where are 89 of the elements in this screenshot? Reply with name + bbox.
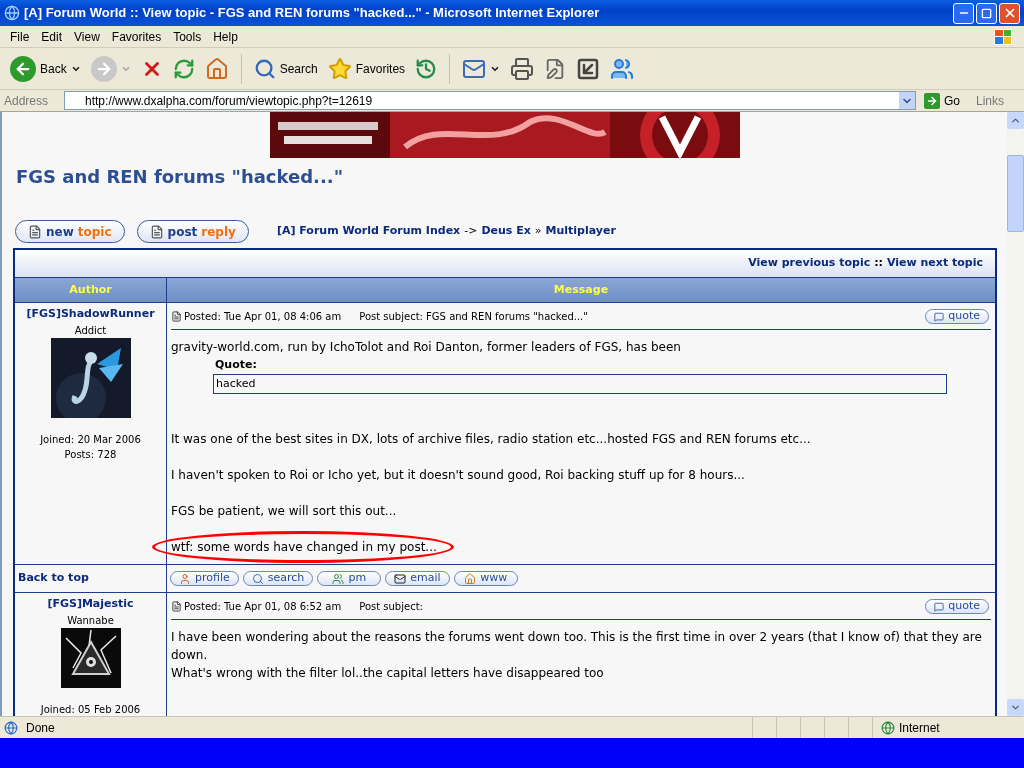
speech-bubble-icon [934,601,945,612]
maximize-button[interactable] [976,2,997,24]
quote-box: hacked [213,374,947,394]
pm-button[interactable]: pm [317,571,382,586]
address-label: Address [4,92,49,110]
breadcrumb-separator: » [534,223,542,240]
back-button[interactable]: Back [8,51,83,86]
people-icon [332,572,345,585]
menu-item[interactable]: View [68,27,106,46]
house-icon [464,572,477,585]
envelope-icon [394,572,407,585]
zone-text: Internet [899,719,940,737]
topic-nav-separator: :: [874,255,883,272]
menu-item[interactable]: File [4,27,36,46]
vertical-scrollbar[interactable] [1007,112,1024,716]
post-text: wtf: some words have changed in my post... [152,531,454,563]
posted-date: Posted: Tue Apr 01, 08 4:06 am [184,310,342,324]
globe-icon [881,720,895,735]
post-icon [171,311,182,322]
post-icon [171,601,182,612]
home-icon [204,56,229,81]
author-name[interactable]: [FGS]ShadowRunner [26,306,155,323]
windows-flag-icon [994,28,1012,45]
quote-label: Quote: [215,357,258,373]
www-button[interactable]: www [453,571,518,586]
breadcrumb-link[interactable]: [A] Forum World Forum Index [276,223,461,240]
magnifier-icon [251,572,264,585]
breadcrumb-separator: -> [464,223,478,240]
document-icon [149,224,164,239]
scroll-thumb[interactable] [1007,155,1024,232]
maximize-icon [981,7,992,19]
search-button[interactable]: Search [251,51,320,86]
search-button[interactable]: search [242,571,314,586]
topic-nav-link[interactable]: View next topic [887,255,983,272]
document-icon [28,224,42,239]
window-title: [A] Forum World :: View topic - FGS and REN forums "hacked..." - Microsoft Internet Explorer [24,4,600,23]
breadcrumb-link[interactable]: Deus Ex [481,223,531,240]
close-button[interactable] [999,2,1020,24]
topic-title[interactable]: FGS and REN forums "hacked..." [16,163,997,190]
author-rank: Addict [74,323,107,338]
posted-date: Posted: Tue Apr 01, 08 6:52 am [184,600,342,614]
author-name[interactable]: [FGS]Majestic [47,596,134,613]
favorites-button[interactable]: Favorites [325,51,408,86]
chevron-down-icon [1010,702,1021,713]
star-icon [327,56,352,81]
topic-nav-link[interactable]: View previous topic [748,255,871,272]
person-icon [179,572,191,585]
post-text: FGS be patient, we will sort this out... [171,504,397,518]
printer-icon [510,56,535,81]
new-topic-button[interactable]: new topic [15,220,125,243]
post-reply-button[interactable]: post reply [136,220,249,243]
status-text: Done [26,719,55,737]
column-header: Message [552,281,610,298]
back-to-top-link[interactable]: Back to top [18,570,89,587]
people-icon [610,56,635,81]
page-status-icon [4,720,18,735]
post-text: I have been wondering about the reasons the forums went down too. This is the first time in over 2 years (that I know of) that they are down. [171,630,982,662]
scroll-down-button[interactable] [1007,699,1024,716]
post-text: gravity-world.com, run by IchoTolot and Roi Danton, former leaders of FGS, has been [171,340,681,354]
go-button[interactable]: Go [919,91,964,110]
history-icon [415,57,438,80]
address-dropdown-button[interactable] [898,92,915,109]
email-button[interactable]: email [385,571,450,586]
refresh-icon [172,57,195,80]
minimize-button[interactable] [953,2,974,24]
quote-button[interactable]: quote [925,599,989,614]
speech-bubble-icon [934,311,945,322]
scroll-up-button[interactable] [1007,112,1024,129]
menu-item[interactable]: Tools [167,27,208,46]
menu-item[interactable]: Favorites [105,27,168,46]
joined-date: Joined: 20 Mar 2006 [40,432,141,447]
post-subject: Post subject: FGS and REN forums "hacked..." [359,310,588,324]
quote-button[interactable]: quote [925,309,989,324]
menu-item[interactable]: Help [207,27,244,46]
address-field[interactable]: http://www.dxalpha.com/forum/viewtopic.php?t=12619 [64,91,916,110]
post-text: It was one of the best sites in DX, lots of archive files, radio station etc...hosted FGS and REN forums etc... [171,432,811,446]
breadcrumb-link[interactable]: Multiplayer [545,223,616,240]
post-count: Posts: 728 [64,447,117,462]
menu-item[interactable]: Edit [35,27,69,46]
author-rank: Wannabe [67,613,114,628]
search-icon [253,57,276,80]
column-header: Author [15,278,167,302]
profile-button[interactable]: profile [170,571,239,586]
post-text: What's wrong with the filter lol..the capital letters have disappeared too [171,666,604,680]
post-text: I haven't spoken to Roi or Icho yet, but it doesn't sound good, Roi backing stuff up for 8 hours... [171,468,745,482]
post-subject: Post subject: [359,600,423,614]
joined-date: Joined: 05 Feb 2006 [40,702,141,716]
links-label[interactable]: Links [976,91,1020,110]
chevron-up-icon [1010,115,1021,126]
